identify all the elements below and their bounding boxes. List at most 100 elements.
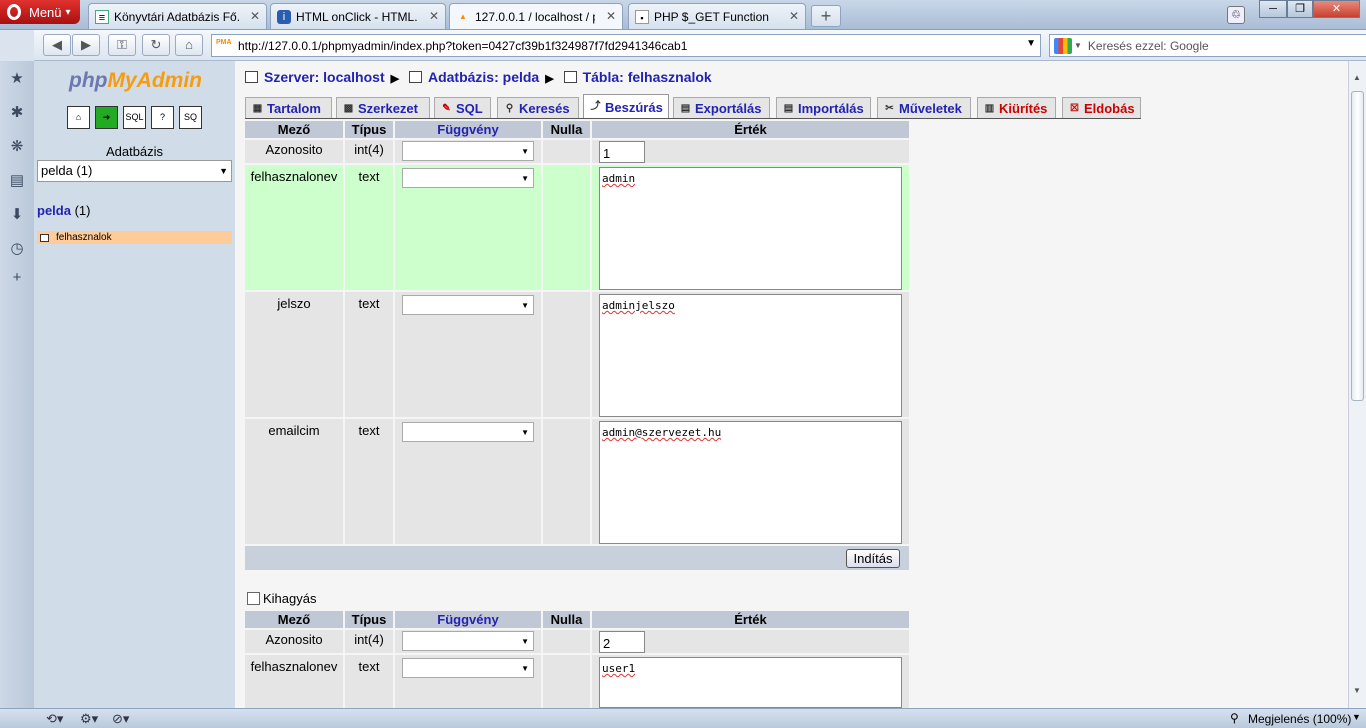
w3-icon: ▪ [635, 9, 649, 24]
scroll-thumb[interactable] [1351, 91, 1364, 401]
close-window-button[interactable]: ✕ [1313, 0, 1360, 18]
search-field[interactable]: ▼ Keresés ezzel: Google ⚲ [1049, 34, 1366, 57]
browse-icon: ▦ [252, 102, 263, 114]
tab-szerkezet[interactable]: ▩ Szerkezet [336, 97, 430, 119]
tab-export[interactable]: ▤ Exportálás [673, 97, 770, 119]
close-icon[interactable]: ✕ [789, 9, 799, 23]
vertical-scrollbar[interactable]: ▲ ▼ [1348, 61, 1366, 708]
close-icon[interactable]: ✕ [429, 9, 439, 23]
chevron-down-icon[interactable]: ▼ [1074, 41, 1082, 50]
field-name: felhasznalonev [245, 165, 343, 290]
tab-operations[interactable]: ✂ Műveletek [877, 97, 971, 119]
notes-icon[interactable]: ▤ [7, 171, 27, 191]
value-textarea[interactable]: admin@szervezet.hu [599, 421, 902, 544]
col-function[interactable]: Függvény [395, 611, 541, 628]
close-icon[interactable]: ✕ [250, 9, 260, 23]
col-function[interactable]: Függvény [395, 121, 541, 138]
db-link[interactable]: pelda (1) [37, 203, 90, 218]
menu-label: Menü [29, 4, 62, 20]
tab-label: Beszúrás [605, 99, 663, 115]
function-select[interactable]: ▼ [402, 141, 534, 161]
exit-icon[interactable]: ➜ [95, 106, 118, 129]
col-field: Mező [245, 611, 343, 628]
tab-drop[interactable]: ☒ Eldobás [1062, 97, 1141, 119]
tab-sql[interactable]: ✎ SQL [434, 97, 491, 119]
sidebar-table-item[interactable]: felhasznalok [37, 231, 232, 244]
value-textarea[interactable]: admin [599, 167, 902, 290]
scroll-down-icon[interactable]: ▼ [1353, 686, 1361, 695]
value-textarea[interactable]: user1 [599, 657, 902, 708]
crumb-server[interactable]: Szerver: localhost [264, 69, 385, 85]
chevron-down-icon[interactable]: ▼ [1026, 38, 1036, 49]
sql-docs-icon[interactable]: SQ [179, 106, 202, 129]
maximize-button[interactable]: ❐ [1287, 0, 1313, 18]
crumb-database[interactable]: Adatbázis: pelda [428, 69, 539, 85]
col-value: Érték [592, 121, 909, 138]
database-icon [408, 71, 422, 83]
function-select[interactable]: ▼ [402, 295, 534, 315]
bookmarks-icon[interactable]: ★ [7, 69, 27, 89]
database-select[interactable]: pelda (1) ▼ [37, 160, 232, 182]
skip-checkbox[interactable] [247, 592, 260, 605]
tab-insert[interactable]: ⤴ Beszúrás [583, 94, 669, 119]
tab-label: Műveletek [899, 101, 962, 116]
tab-empty[interactable]: ▥ Kiürítés [977, 97, 1056, 119]
crumb-table[interactable]: Tábla: felhasznalok [583, 69, 712, 85]
table-name[interactable]: felhasznalok [56, 231, 112, 244]
tab-search[interactable]: ⚲ Keresés [497, 97, 579, 119]
docs-icon[interactable]: ? [151, 106, 174, 129]
url-field[interactable]: PMA http://127.0.0.1/phpmyadmin/index.ph… [211, 34, 1041, 57]
close-icon[interactable]: ✕ [606, 9, 616, 23]
back-icon[interactable]: ◀ [43, 34, 71, 56]
value-text: user1 [602, 662, 636, 675]
forward-icon[interactable]: ▶ [72, 34, 100, 56]
chevron-down-icon[interactable]: ▼ [1352, 712, 1361, 722]
zoom-icon[interactable]: ⚲ [1230, 711, 1239, 725]
function-select[interactable]: ▼ [402, 422, 534, 442]
history-icon[interactable]: ◷ [7, 239, 27, 259]
home-icon[interactable]: ⌂ [175, 34, 203, 56]
form-footer [245, 546, 909, 570]
function-select[interactable]: ▼ [402, 631, 534, 651]
reload-icon[interactable]: ↻ [142, 34, 170, 56]
google-icon [1054, 37, 1072, 54]
pma-sidebar: phpMyAdmin ⌂ ➜ SQL ? SQ Adatbázis pelda … [34, 61, 235, 708]
unite-icon[interactable]: ❋ [7, 137, 27, 157]
browser-tab-3[interactable]: ▲ 127.0.0.1 / localhost / p... ✕ [449, 3, 623, 29]
value-input[interactable]: 2 [599, 631, 645, 653]
new-tab-button[interactable]: + [811, 5, 841, 27]
db-name[interactable]: pelda [37, 203, 71, 218]
phpmyadmin-logo[interactable]: phpMyAdmin [69, 69, 202, 93]
browser-tab-4[interactable]: ▪ PHP $_GET Function ✕ [628, 3, 806, 29]
col-type: Típus [345, 121, 393, 138]
export-icon: ▤ [680, 102, 691, 114]
tab-label: Kiürítés [999, 101, 1048, 116]
widgets-icon[interactable]: ✱ [7, 103, 27, 123]
address-toolbar: ◀ ▶ ⚿ ↻ ⌂ PMA http://127.0.0.1/phpmyadmi… [34, 30, 1366, 61]
opera-menu-button[interactable]: Menü ▾ [0, 0, 80, 24]
value-textarea[interactable]: adminjelszo [599, 294, 902, 417]
home-icon[interactable]: ⌂ [67, 106, 90, 129]
browser-tab-1[interactable]: ≡ Könyvtári Adatbázis Fő... ✕ [88, 3, 267, 29]
turbo-icon[interactable]: ⟲▾ [46, 711, 63, 727]
key-icon[interactable]: ⚿ [108, 34, 136, 56]
tab-import[interactable]: ▤ Importálás [776, 97, 871, 119]
tab-label: Szerkezet [358, 101, 418, 116]
sql-icon[interactable]: SQL [123, 106, 146, 129]
downloads-icon[interactable]: ⬇ [7, 205, 27, 225]
go-button[interactable]: Indítás [846, 549, 900, 568]
zoom-label[interactable]: Megjelenés (100%) [1248, 712, 1351, 726]
col-null: Nulla [543, 121, 590, 138]
add-panel-icon[interactable]: + [7, 268, 27, 288]
tab-tartalom[interactable]: ▦ Tartalom [245, 97, 332, 119]
field-name: Azonosito [245, 630, 343, 653]
function-select[interactable]: ▼ [402, 168, 534, 188]
unite-status-icon[interactable]: ⚙▾ [80, 711, 98, 727]
value-input[interactable]: 1 [599, 141, 645, 163]
content-blocker-icon[interactable]: ⊘▾ [112, 711, 129, 727]
trash-icon[interactable]: ♲ [1227, 6, 1245, 24]
function-select[interactable]: ▼ [402, 658, 534, 678]
browser-tab-2[interactable]: i HTML onClick - HTML... ✕ [270, 3, 446, 29]
minimize-button[interactable]: ─ [1259, 0, 1287, 18]
scroll-up-icon[interactable]: ▲ [1353, 73, 1361, 82]
